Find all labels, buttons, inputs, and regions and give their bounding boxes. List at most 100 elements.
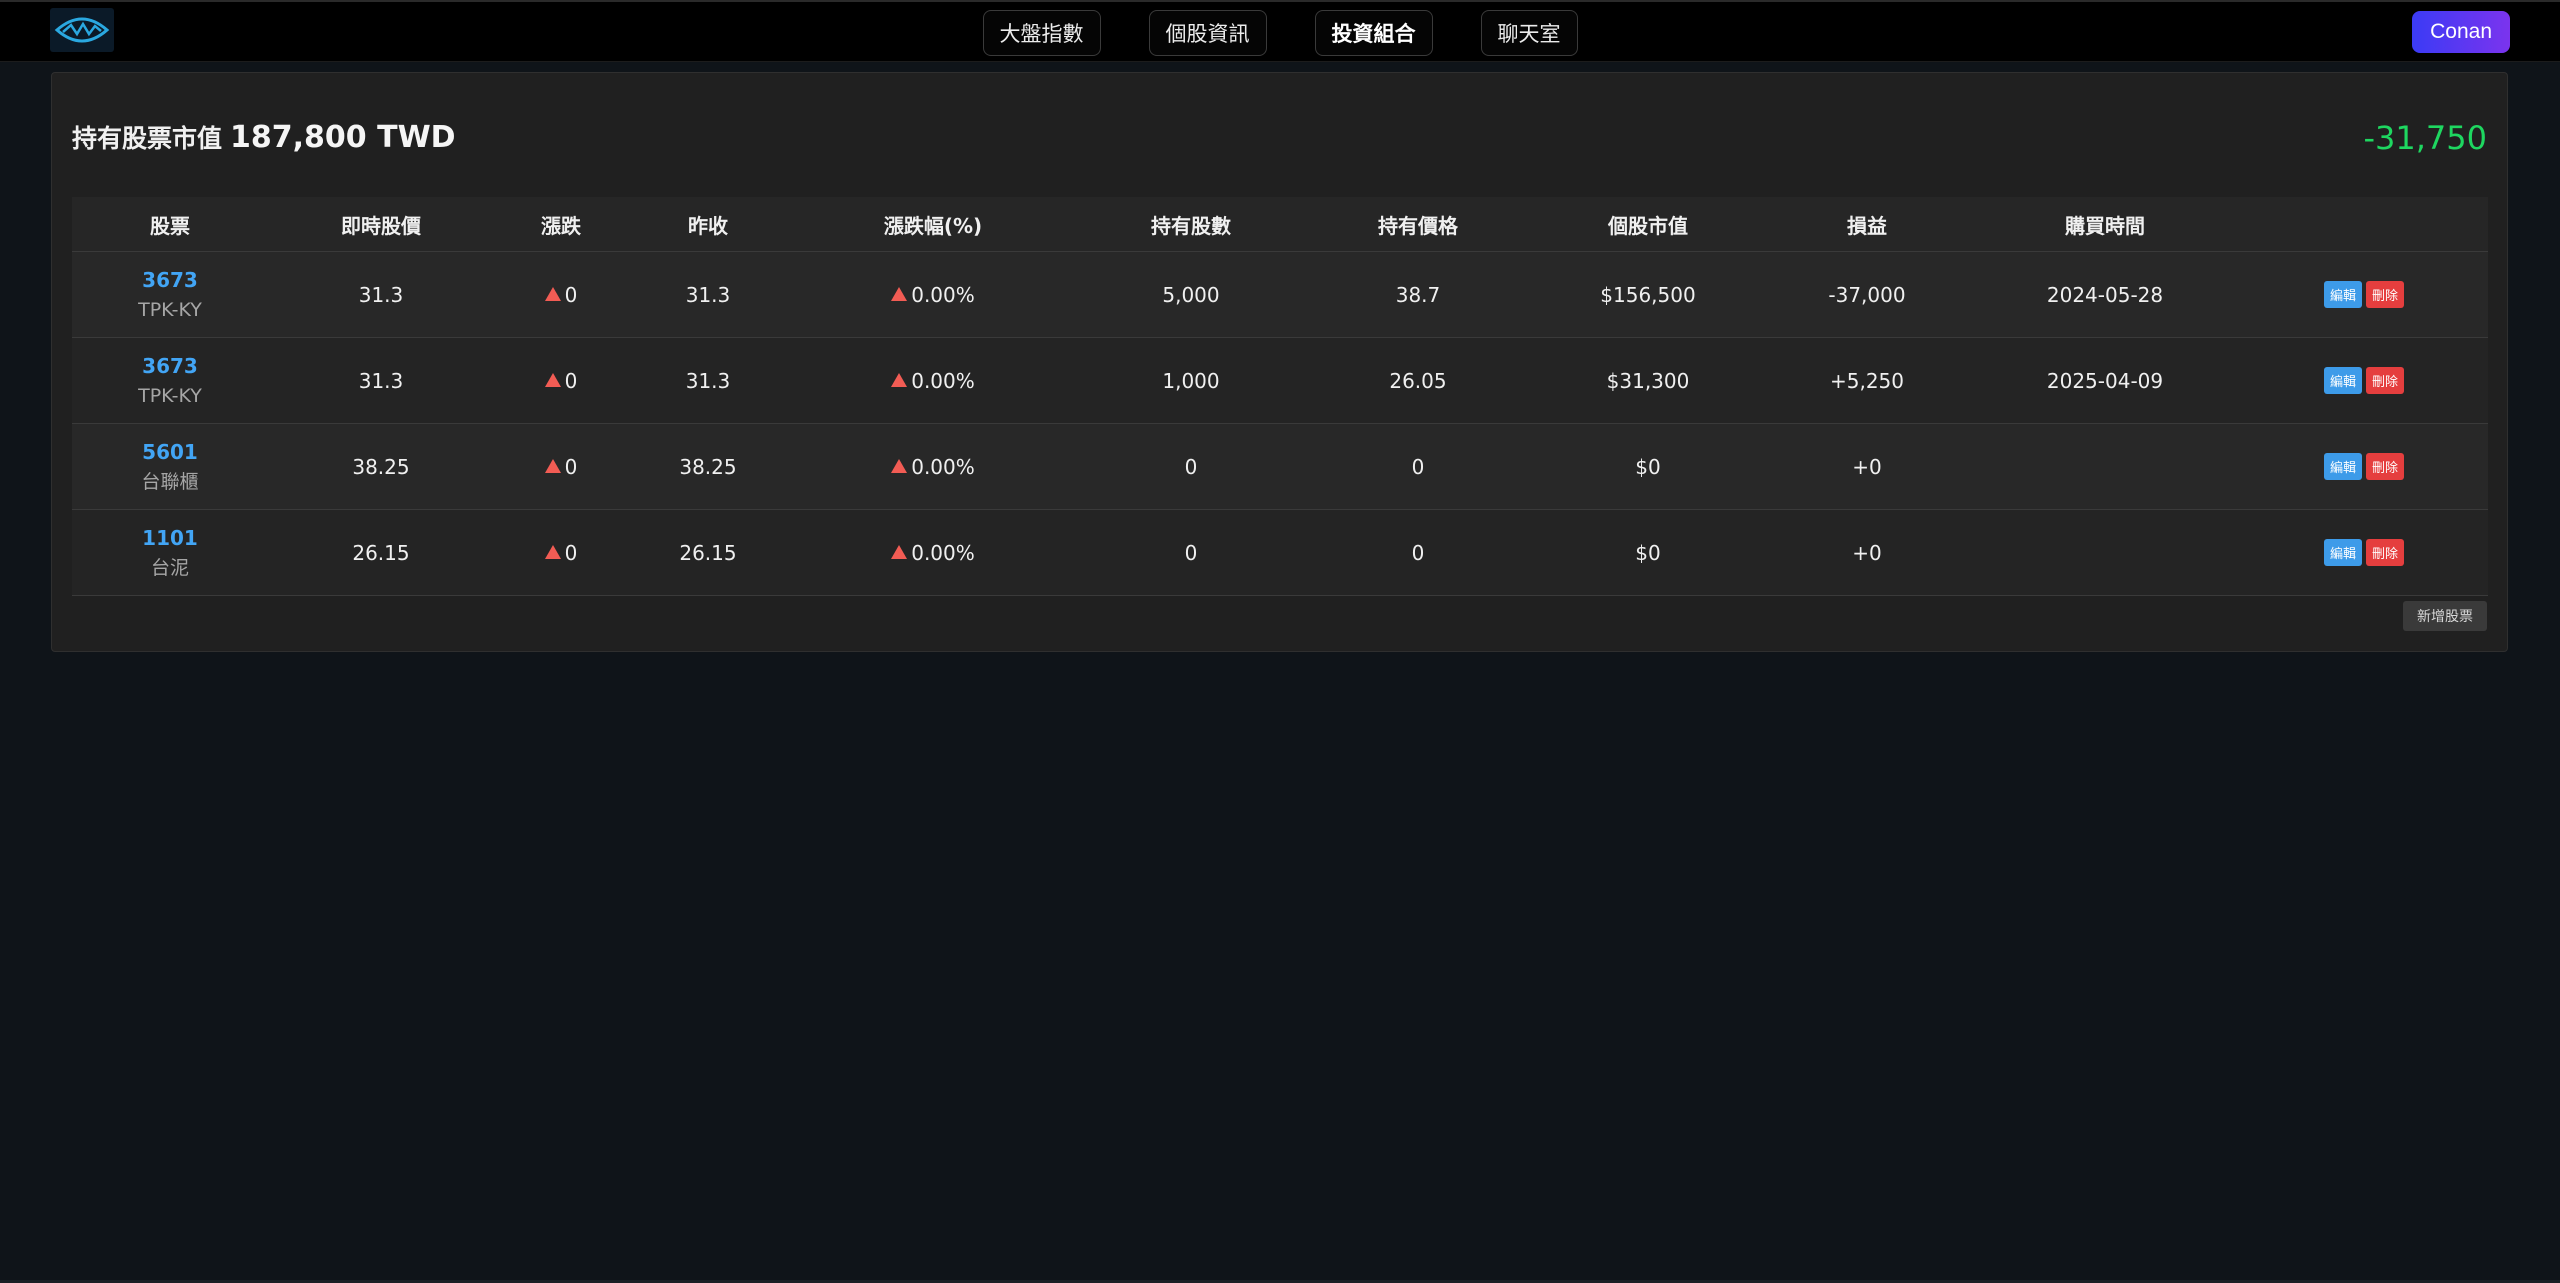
header-shares: 持有股數	[1078, 197, 1304, 252]
table-row: 1101 台泥 26.15 0 26.15 0.00% 0 0 $0 +0 編輯 刪除	[72, 509, 2488, 596]
prev-close-cell: 26.15	[628, 509, 788, 596]
change-pct-value: 0.00%	[911, 282, 975, 307]
tab-market-index[interactable]: 大盤指數	[982, 10, 1101, 56]
header-stock: 股票	[72, 197, 268, 252]
market-value-total: 187,800 TWD	[230, 120, 456, 155]
pnl-cell: -37,000	[1764, 251, 1970, 338]
change-pct-value: 0.00%	[911, 540, 975, 565]
holdings-body: 3673 TPK-KY 31.3 0 31.3 0.00% 5,000 38.7 $156,50…	[72, 251, 2488, 596]
shares-cell: 0	[1078, 423, 1304, 510]
change-cell: 0	[494, 509, 628, 596]
header-price: 即時股價	[268, 197, 494, 252]
stock-cell: 3673 TPK-KY	[72, 337, 268, 424]
main-nav: 大盤指數 個股資訊 投資組合 聊天室	[0, 10, 2560, 56]
shares-cell: 1,000	[1078, 337, 1304, 424]
stock-code-link[interactable]: 5601	[73, 437, 267, 467]
stock-name: TPK-KY	[138, 298, 202, 321]
stock-name: 台聯櫃	[141, 470, 199, 493]
market-value-cell: $156,500	[1532, 251, 1764, 338]
prev-close-cell: 31.3	[628, 337, 788, 424]
header-buy-date: 購買時間	[1970, 197, 2240, 252]
tab-chatroom[interactable]: 聊天室	[1480, 10, 1578, 56]
stock-cell: 3673 TPK-KY	[72, 251, 268, 338]
stock-name: TPK-KY	[138, 384, 202, 407]
header-cost: 持有價格	[1304, 197, 1532, 252]
shares-cell: 5,000	[1078, 251, 1304, 338]
edit-button[interactable]: 編輯	[2323, 367, 2362, 394]
market-value-cell: $0	[1532, 509, 1764, 596]
user-account-button[interactable]: Conan	[2412, 11, 2510, 53]
buy-date-cell: 2024-05-28	[1970, 251, 2240, 338]
actions-cell: 編輯 刪除	[2240, 423, 2488, 510]
change-cell: 0	[494, 337, 628, 424]
add-stock-button[interactable]: 新增股票	[2403, 601, 2487, 631]
price-cell: 31.3	[268, 337, 494, 424]
header-actions	[2240, 197, 2488, 252]
table-header-row: 股票 即時股價 漲跌 昨收 漲跌幅(%) 持有股數 持有價格 個股市值 損益 購…	[72, 197, 2488, 252]
header-pnl: 損益	[1764, 197, 1970, 252]
stock-cell: 1101 台泥	[72, 509, 268, 596]
market-value-cell: $0	[1532, 423, 1764, 510]
change-cell: 0	[494, 251, 628, 338]
triangle-up-icon	[891, 372, 908, 387]
change-pct-value: 0.00%	[911, 368, 975, 393]
table-row: 3673 TPK-KY 31.3 0 31.3 0.00% 5,000 38.7 $156,50…	[72, 251, 2488, 338]
stock-code-link[interactable]: 3673	[73, 265, 267, 295]
header-market-value: 個股市值	[1532, 197, 1764, 252]
app-logo-icon[interactable]	[50, 8, 114, 52]
edit-button[interactable]: 編輯	[2323, 281, 2362, 308]
change-cell: 0	[494, 423, 628, 510]
cost-cell: 26.05	[1304, 337, 1532, 424]
buy-date-cell	[1970, 509, 2240, 596]
stock-code-link[interactable]: 3673	[73, 351, 267, 381]
pnl-cell: +0	[1764, 423, 1970, 510]
portfolio-panel: 持有股票市值 187,800 TWD -31,750 股票 即時股價 漲跌 昨收…	[51, 72, 2508, 652]
tab-stock-info[interactable]: 個股資訊	[1148, 10, 1267, 56]
holdings-table: 股票 即時股價 漲跌 昨收 漲跌幅(%) 持有股數 持有價格 個股市值 損益 購…	[72, 197, 2488, 596]
prev-close-cell: 31.3	[628, 251, 788, 338]
cost-cell: 38.7	[1304, 251, 1532, 338]
triangle-up-icon	[544, 286, 561, 301]
delete-button[interactable]: 刪除	[2366, 453, 2405, 480]
stock-name: 台泥	[150, 556, 189, 579]
stock-code-link[interactable]: 1101	[73, 523, 267, 553]
change-pct-cell: 0.00%	[788, 251, 1078, 338]
total-pnl: -31,750	[2363, 119, 2487, 157]
change-pct-value: 0.00%	[911, 454, 975, 479]
pnl-cell: +0	[1764, 509, 1970, 596]
table-row: 5601 台聯櫃 38.25 0 38.25 0.00% 0 0 $0 +0 編輯 刪除	[72, 423, 2488, 510]
tab-portfolio[interactable]: 投資組合	[1314, 10, 1433, 56]
price-cell: 26.15	[268, 509, 494, 596]
stock-cell: 5601 台聯櫃	[72, 423, 268, 510]
buy-date-cell: 2025-04-09	[1970, 337, 2240, 424]
shares-cell: 0	[1078, 509, 1304, 596]
cost-cell: 0	[1304, 509, 1532, 596]
change-value: 0	[564, 454, 578, 479]
edit-button[interactable]: 編輯	[2323, 539, 2362, 566]
pnl-cell: +5,250	[1764, 337, 1970, 424]
header-change: 漲跌	[494, 197, 628, 252]
change-value: 0	[564, 368, 578, 393]
triangle-up-icon	[891, 544, 908, 559]
price-cell: 38.25	[268, 423, 494, 510]
triangle-up-icon	[891, 458, 908, 473]
header-prev-close: 昨收	[628, 197, 788, 252]
triangle-up-icon	[544, 372, 561, 387]
price-cell: 31.3	[268, 251, 494, 338]
delete-button[interactable]: 刪除	[2366, 539, 2405, 566]
delete-button[interactable]: 刪除	[2366, 367, 2405, 394]
cost-cell: 0	[1304, 423, 1532, 510]
triangle-up-icon	[544, 458, 561, 473]
edit-button[interactable]: 編輯	[2323, 453, 2362, 480]
change-pct-cell: 0.00%	[788, 337, 1078, 424]
top-navbar: 大盤指數 個股資訊 投資組合 聊天室 Conan	[0, 0, 2560, 62]
change-value: 0	[564, 282, 578, 307]
triangle-up-icon	[544, 544, 561, 559]
actions-cell: 編輯 刪除	[2240, 509, 2488, 596]
delete-button[interactable]: 刪除	[2366, 281, 2405, 308]
change-pct-cell: 0.00%	[788, 509, 1078, 596]
table-row: 3673 TPK-KY 31.3 0 31.3 0.00% 1,000 26.05 $31,30…	[72, 337, 2488, 424]
buy-date-cell	[1970, 423, 2240, 510]
actions-cell: 編輯 刪除	[2240, 251, 2488, 338]
header-change-pct: 漲跌幅(%)	[788, 197, 1078, 252]
